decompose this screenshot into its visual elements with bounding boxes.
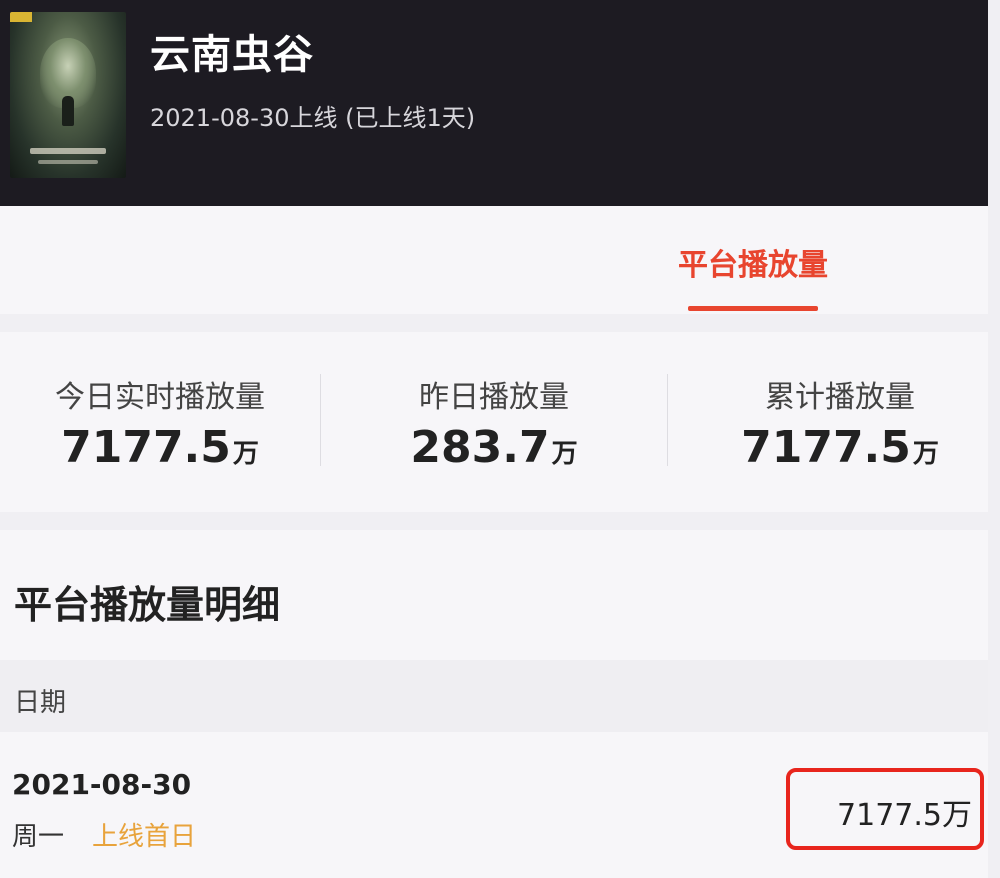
- detail-section: 平台播放量明细 日期 2021-08-30 周一 上线首日 7177.5万: [0, 530, 988, 878]
- table-header: 日期: [0, 660, 988, 732]
- row-launch-badge: 上线首日: [92, 822, 197, 852]
- stat-yesterday-value: 283.7: [410, 422, 550, 473]
- column-date-header[interactable]: 日期: [14, 682, 66, 719]
- stat-today: 今日实时播放量 7177.5万: [20, 372, 300, 473]
- stat-today-label: 今日实时播放量: [55, 380, 265, 415]
- poster-corner-badge: [10, 12, 32, 22]
- tab-platform-plays[interactable]: 平台播放量: [658, 240, 848, 284]
- poster-credits: [38, 160, 98, 164]
- stat-today-value: 7177.5: [61, 422, 231, 473]
- show-title: 云南虫谷: [150, 32, 314, 78]
- stat-divider: [667, 374, 668, 466]
- stat-yesterday: 昨日播放量 283.7万: [354, 372, 634, 473]
- poster-logo: [30, 148, 106, 154]
- highlight-annotation: [786, 768, 984, 850]
- show-poster[interactable]: [10, 12, 126, 178]
- stat-today-unit: 万: [232, 439, 259, 469]
- release-info: 2021-08-30上线 (已上线1天): [150, 104, 476, 132]
- stat-total-value: 7177.5: [741, 422, 911, 473]
- stats-card: 今日实时播放量 7177.5万 昨日播放量 283.7万 累计播放量 7177.…: [0, 332, 988, 512]
- row-weekday: 周一: [12, 822, 65, 852]
- detail-title: 平台播放量明细: [14, 583, 281, 627]
- show-header: 云南虫谷 2021-08-30上线 (已上线1天): [0, 0, 988, 206]
- stat-total-unit: 万: [912, 439, 939, 469]
- stat-total: 累计播放量 7177.5万: [700, 372, 980, 473]
- stat-yesterday-label: 昨日播放量: [419, 380, 569, 415]
- stat-total-label: 累计播放量: [765, 380, 915, 415]
- tab-bar: 平台播放量: [0, 206, 988, 314]
- poster-figure: [62, 96, 74, 126]
- stat-divider: [320, 374, 321, 466]
- row-date: 2021-08-30: [12, 768, 192, 801]
- active-tab-indicator: [688, 306, 818, 311]
- stat-yesterday-unit: 万: [551, 439, 578, 469]
